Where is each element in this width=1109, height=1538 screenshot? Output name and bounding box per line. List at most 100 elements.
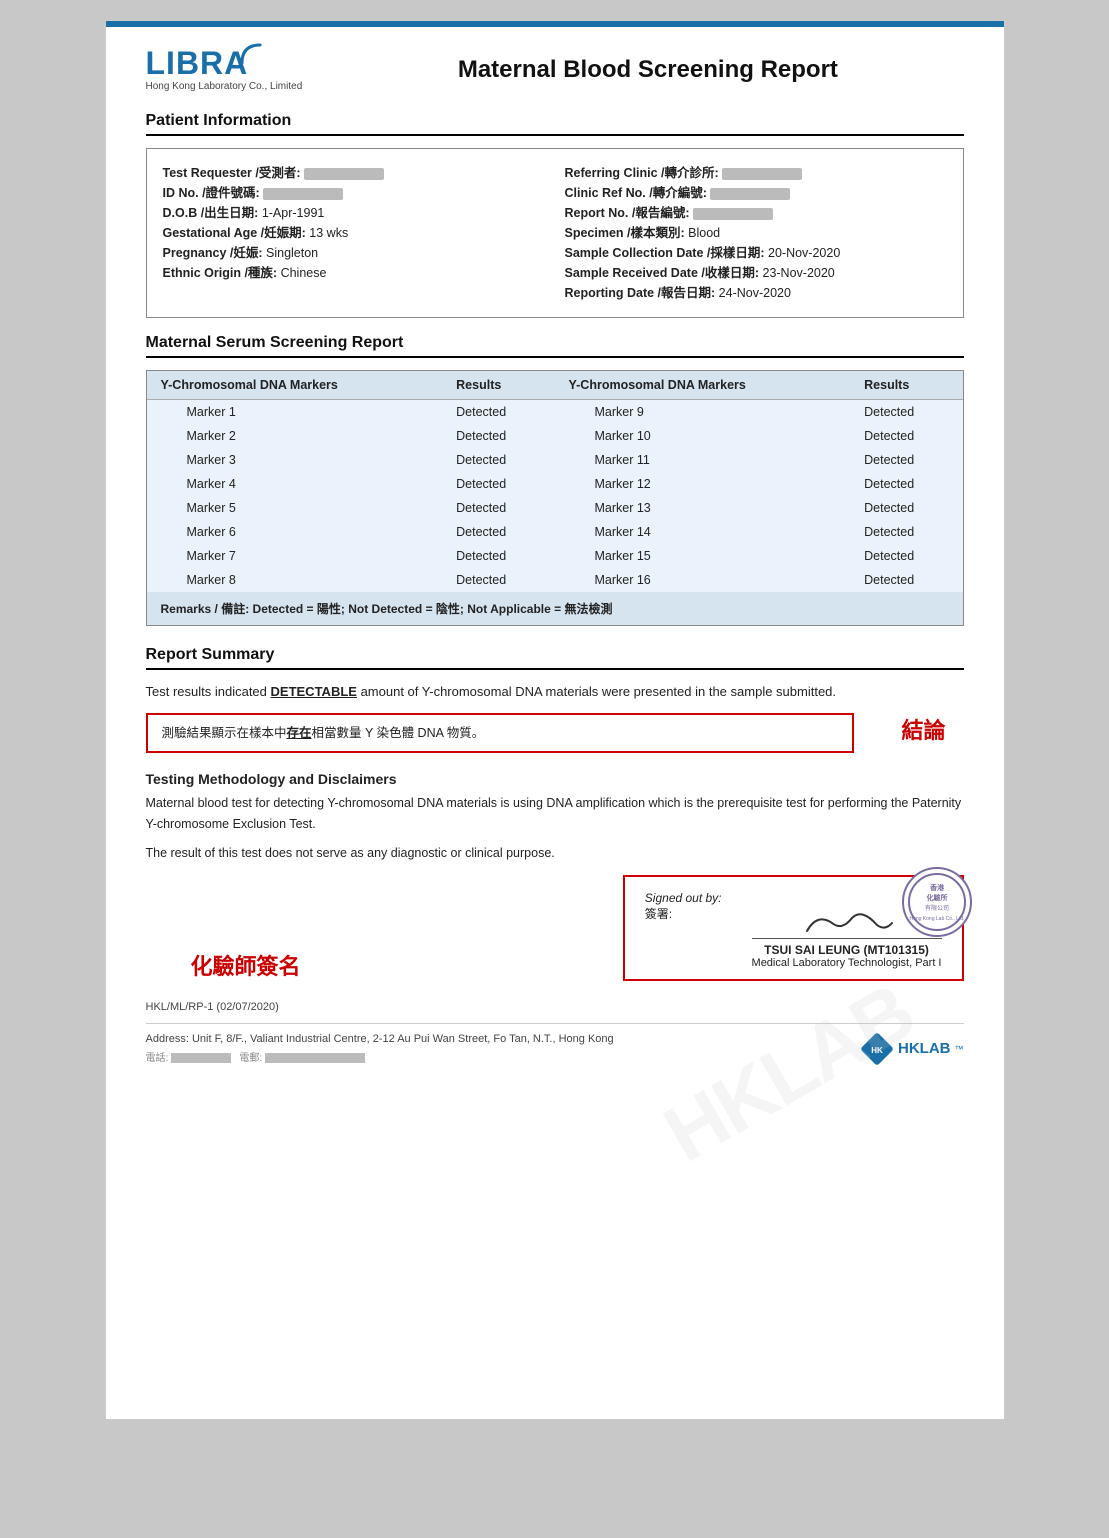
patient-row-specimen: Specimen /樣本類別: Blood bbox=[565, 223, 947, 243]
requester-value bbox=[304, 168, 384, 180]
marker-5-result: Detected bbox=[442, 496, 554, 520]
table-row: Marker 7 Detected Marker 15 Detected bbox=[147, 544, 963, 568]
marker-13-label: Marker 13 bbox=[554, 496, 850, 520]
email-blurred bbox=[265, 1053, 365, 1063]
summary-box: 測驗結果顯示在樣本中存在相當數量 Y 染色體 DNA 物質。 bbox=[146, 713, 854, 753]
summary-box-row: 測驗結果顯示在樣本中存在相當數量 Y 染色體 DNA 物質。 結論 bbox=[146, 713, 964, 753]
patient-row-reporting: Reporting Date /報告日期: 24-Nov-2020 bbox=[565, 283, 947, 303]
svg-text:有限公司: 有限公司 bbox=[924, 904, 948, 912]
marker-14-label: Marker 14 bbox=[554, 520, 850, 544]
svg-text:化驗所: 化驗所 bbox=[926, 893, 947, 902]
marker-11-result: Detected bbox=[850, 448, 962, 472]
conclusion-label: 結論 bbox=[884, 713, 964, 745]
hklab-diamond-icon: HK bbox=[860, 1032, 894, 1066]
table-row: Marker 6 Detected Marker 14 Detected bbox=[147, 520, 963, 544]
summary-section-header: Report Summary bbox=[146, 646, 964, 670]
marker-11-label: Marker 11 bbox=[554, 448, 850, 472]
reportno-value bbox=[693, 208, 773, 220]
patient-section-header: Patient Information bbox=[146, 112, 964, 136]
top-bar bbox=[106, 21, 1004, 27]
marker-12-result: Detected bbox=[850, 472, 962, 496]
patient-row-ethnic: Ethnic Origin /種族: Chinese bbox=[163, 263, 545, 283]
footer-bottom: Address: Unit F, 8/F., Valiant Industria… bbox=[146, 1032, 964, 1066]
patient-row-collection: Sample Collection Date /採樣日期: 20-Nov-202… bbox=[565, 243, 947, 263]
serum-table: Y-Chromosomal DNA Markers Results Y-Chro… bbox=[147, 371, 963, 592]
summary-section: Report Summary Test results indicated DE… bbox=[146, 646, 964, 753]
methodology-para2: The result of this test does not serve a… bbox=[146, 843, 964, 864]
marker-3-label: Marker 3 bbox=[147, 448, 443, 472]
signature-svg bbox=[797, 903, 897, 938]
marker-14-result: Detected bbox=[850, 520, 962, 544]
patient-row-pregnancy: Pregnancy /妊娠: Singleton bbox=[163, 243, 545, 263]
logo-arc-icon bbox=[240, 43, 262, 65]
footer-address-text: Address: Unit F, 8/F., Valiant Industria… bbox=[146, 1033, 614, 1045]
marker-12-label: Marker 12 bbox=[554, 472, 850, 496]
signed-out-block: Signed out by: 簽署: bbox=[645, 891, 722, 922]
chemist-label: 化驗師簽名 bbox=[146, 949, 346, 981]
table-row: Marker 3 Detected Marker 11 Detected bbox=[147, 448, 963, 472]
marker-10-result: Detected bbox=[850, 424, 962, 448]
marker-13-result: Detected bbox=[850, 496, 962, 520]
patient-row-requester: Test Requester /受測者: bbox=[163, 163, 545, 183]
table-row: Marker 1 Detected Marker 9 Detected bbox=[147, 400, 963, 425]
signer-title: Medical Laboratory Technologist, Part I bbox=[752, 957, 942, 969]
signature-area: 化驗師簽名 香港 化驗所 有限公司 Hong Kong Lab Co., Ltd… bbox=[146, 875, 964, 981]
marker-1-label: Marker 1 bbox=[147, 400, 443, 425]
footer-phones: 電話: 電郵: bbox=[146, 1049, 614, 1064]
table-row: Marker 4 Detected Marker 12 Detected bbox=[147, 472, 963, 496]
marker-16-result: Detected bbox=[850, 568, 962, 592]
patient-right-col: Referring Clinic /轉介診所: Clinic Ref No. /… bbox=[565, 163, 947, 303]
methodology-section: Testing Methodology and Disclaimers Mate… bbox=[146, 771, 964, 865]
marker-15-result: Detected bbox=[850, 544, 962, 568]
summary-text: Test results indicated DETECTABLE amount… bbox=[146, 682, 964, 703]
patient-row-id: ID No. /證件號碼: bbox=[163, 183, 545, 203]
marker-2-result: Detected bbox=[442, 424, 554, 448]
patient-row-clinicref: Clinic Ref No. /轉介編號: bbox=[565, 183, 947, 203]
watermark: HKLAB bbox=[649, 966, 929, 1181]
marker-9-label: Marker 9 bbox=[554, 400, 850, 425]
signer-name: TSUI SAI LEUNG (MT101315) bbox=[752, 943, 942, 957]
serum-section-header: Maternal Serum Screening Report bbox=[146, 334, 964, 358]
marker-8-result: Detected bbox=[442, 568, 554, 592]
svg-text:Hong Kong Lab Co., Ltd.: Hong Kong Lab Co., Ltd. bbox=[909, 916, 964, 922]
marker-9-result: Detected bbox=[850, 400, 962, 425]
report-page: LIBR A Hong Kong Laboratory Co., Limited… bbox=[105, 20, 1005, 1420]
marker-2-label: Marker 2 bbox=[147, 424, 443, 448]
summary-box-text1: 測驗結果顯示在樣本中存在相當數量 Y 染色體 DNA 物質。 bbox=[162, 723, 838, 743]
col2-header: Results bbox=[442, 371, 554, 400]
phone-blurred bbox=[171, 1053, 231, 1063]
logo-subtitle: Hong Kong Laboratory Co., Limited bbox=[146, 81, 303, 92]
marker-16-label: Marker 16 bbox=[554, 568, 850, 592]
footer-address-block: Address: Unit F, 8/F., Valiant Industria… bbox=[146, 1033, 614, 1064]
clinicref-value bbox=[710, 188, 790, 200]
hklab-tm: ™ bbox=[955, 1044, 964, 1054]
marker-3-result: Detected bbox=[442, 448, 554, 472]
hklab-logo: HK HKLAB ™ bbox=[860, 1032, 964, 1066]
stamp-svg: 香港 化驗所 有限公司 Hong Kong Lab Co., Ltd. bbox=[907, 872, 967, 932]
patient-row-received: Sample Received Date /收樣日期: 23-Nov-2020 bbox=[565, 263, 947, 283]
marker-5-label: Marker 5 bbox=[147, 496, 443, 520]
remarks-row: Remarks / 備註: Detected = 陽性; Not Detecte… bbox=[147, 592, 963, 625]
patient-section: Test Requester /受測者: ID No. /證件號碼: D.O.B… bbox=[146, 148, 964, 318]
svg-text:香港: 香港 bbox=[929, 883, 945, 892]
methodology-title: Testing Methodology and Disclaimers bbox=[146, 771, 964, 787]
hklab-text: HKLAB bbox=[898, 1040, 951, 1057]
col4-header: Results bbox=[850, 371, 962, 400]
patient-row-reportno: Report No. /報告編號: bbox=[565, 203, 947, 223]
signed-out-chinese: 簽署: bbox=[645, 905, 722, 922]
clinic-value bbox=[722, 168, 802, 180]
footer-section: Address: Unit F, 8/F., Valiant Industria… bbox=[146, 1023, 964, 1066]
marker-10-label: Marker 10 bbox=[554, 424, 850, 448]
lab-stamp: 香港 化驗所 有限公司 Hong Kong Lab Co., Ltd. bbox=[902, 867, 972, 937]
marker-6-label: Marker 6 bbox=[147, 520, 443, 544]
marker-4-result: Detected bbox=[442, 472, 554, 496]
serum-section: Y-Chromosomal DNA Markers Results Y-Chro… bbox=[146, 370, 964, 626]
marker-8-label: Marker 8 bbox=[147, 568, 443, 592]
signed-out-by: Signed out by: bbox=[645, 891, 722, 905]
col1-header: Y-Chromosomal DNA Markers bbox=[147, 371, 443, 400]
logo-block: LIBR A Hong Kong Laboratory Co., Limited bbox=[146, 47, 303, 92]
marker-6-result: Detected bbox=[442, 520, 554, 544]
footer-code: HKL/ML/RP-1 (02/07/2020) bbox=[146, 1001, 964, 1013]
svg-text:HK: HK bbox=[871, 1046, 883, 1055]
marker-7-result: Detected bbox=[442, 544, 554, 568]
